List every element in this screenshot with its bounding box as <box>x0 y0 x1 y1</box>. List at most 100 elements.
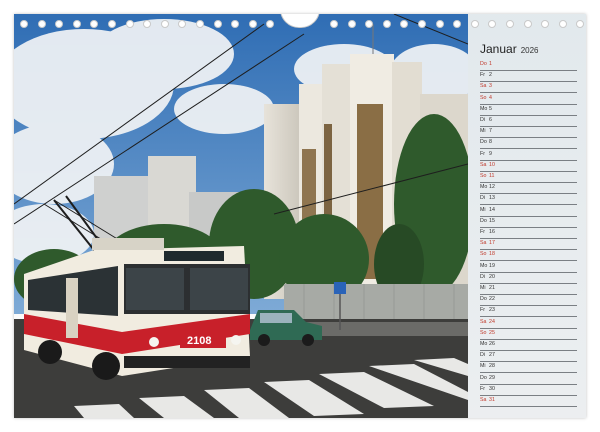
day-row: Di 13 <box>480 194 577 206</box>
day-row: Fr 16 <box>480 228 577 239</box>
day-number: 14 <box>489 206 495 213</box>
day-number: 5 <box>489 105 492 112</box>
weekday-label: So <box>480 329 487 336</box>
weekday-label: Do <box>480 374 487 381</box>
weekday-label: Mo <box>480 341 488 347</box>
day-row: Mo 19 <box>480 262 577 273</box>
binding-hole <box>470 20 479 28</box>
bus-number: 2108 <box>187 335 211 347</box>
binding-hole <box>523 20 532 28</box>
day-number: 2 <box>489 72 492 79</box>
binding-hole <box>213 20 222 28</box>
day-number: 9 <box>489 150 492 157</box>
binding-hole <box>20 20 28 28</box>
day-number: 23 <box>489 307 495 314</box>
weekday-label: Fr <box>480 229 485 235</box>
day-row: So 18 <box>480 250 577 262</box>
weekday-label: Fr <box>480 150 485 157</box>
day-number: 8 <box>489 139 492 146</box>
weekday-label: Di <box>480 273 486 280</box>
binding-hole <box>418 20 426 28</box>
weekday-label: Do <box>480 61 487 67</box>
weekday-label: Mi <box>480 363 486 370</box>
binding-hole <box>72 20 81 28</box>
day-row: Sa 31 <box>480 396 577 407</box>
day-row: Mi 14 <box>480 206 577 217</box>
year: 2026 <box>520 46 539 55</box>
weekday-label: Mo <box>480 262 488 269</box>
weekday-label: Sa <box>480 318 487 325</box>
day-row: Fr 9 <box>480 150 577 161</box>
binding-hole <box>108 20 116 28</box>
weekday-label: Mi <box>480 285 486 291</box>
day-number: 28 <box>489 363 495 370</box>
day-number: 31 <box>489 397 495 403</box>
calendar-page: 2108 Januar 2026 Do 1 Fr 2 Sa 3 So 4 Mo 5 Di 6 Mi 7 Do 8… <box>14 14 586 418</box>
weekday-label: Di <box>480 352 486 359</box>
day-row: Mi 28 <box>480 362 577 374</box>
day-number: 16 <box>489 229 495 235</box>
binding-hole <box>435 20 444 28</box>
day-row: Do 22 <box>480 295 577 307</box>
day-number: 15 <box>489 217 495 224</box>
day-number: 4 <box>489 94 492 101</box>
day-row: Sa 10 <box>480 161 577 172</box>
calendar-panel: Januar 2026 Do 1 Fr 2 Sa 3 So 4 Mo 5 Di 6 Mi 7 Do 8 Fr 9 Sa… <box>468 14 586 418</box>
day-row: Do 8 <box>480 138 577 150</box>
day-number: 6 <box>489 117 492 123</box>
binding-hole <box>248 20 257 28</box>
binding-hole <box>382 20 391 28</box>
weekday-label: Mi <box>480 206 486 213</box>
weekday-label: Sa <box>480 161 487 168</box>
day-row: Sa 24 <box>480 318 577 329</box>
weekday-label: Sa <box>480 397 487 403</box>
weekday-label: Sa <box>480 240 487 247</box>
day-row: Fr 30 <box>480 385 577 396</box>
weekday-label: Di <box>480 195 486 202</box>
weekday-label: Do <box>480 217 487 224</box>
day-number: 3 <box>489 83 492 90</box>
day-number: 20 <box>489 273 495 280</box>
day-row: Mi 21 <box>480 284 577 295</box>
binding-hole <box>196 20 204 28</box>
day-number: 1 <box>489 61 492 67</box>
weekday-label: So <box>480 251 487 258</box>
day-row: Mi 7 <box>480 127 577 139</box>
day-number: 25 <box>489 329 495 336</box>
day-row: Sa 3 <box>480 82 577 94</box>
binding-hole <box>125 20 134 28</box>
day-row: Di 6 <box>480 116 577 127</box>
day-row: Mo 26 <box>480 340 577 351</box>
day-number: 19 <box>489 262 495 269</box>
day-number: 30 <box>489 385 495 392</box>
weekday-label: Fr <box>480 307 485 314</box>
binding-hole <box>160 20 169 28</box>
day-number: 26 <box>489 341 495 347</box>
weekday-label: Mo <box>480 105 488 112</box>
day-row: So 25 <box>480 329 577 340</box>
binding-hole <box>330 20 338 28</box>
binding-hole <box>558 20 567 28</box>
day-row: Di 27 <box>480 351 577 363</box>
day-row: Fr 2 <box>480 71 577 83</box>
day-number: 27 <box>489 352 495 359</box>
weekday-label: Mo <box>480 184 488 191</box>
day-number: 21 <box>489 285 495 291</box>
trolleybus-photo: 2108 <box>14 14 468 418</box>
day-row: So 4 <box>480 94 577 105</box>
day-number: 7 <box>489 128 492 135</box>
day-row: Mo 12 <box>480 183 577 195</box>
binding-hole <box>37 20 46 28</box>
weekday-label: So <box>480 173 487 179</box>
weekday-label: Do <box>480 139 487 146</box>
weekday-label: Di <box>480 117 486 123</box>
day-number: 29 <box>489 374 495 381</box>
day-row: Fr 23 <box>480 306 577 318</box>
weekday-label: Mi <box>480 128 486 135</box>
day-number: 12 <box>489 184 495 191</box>
month-title: Januar 2026 <box>480 42 539 56</box>
weekday-label: Sa <box>480 83 487 90</box>
day-number: 10 <box>489 161 495 168</box>
day-row: Do 15 <box>480 217 577 228</box>
day-number: 17 <box>489 240 495 247</box>
